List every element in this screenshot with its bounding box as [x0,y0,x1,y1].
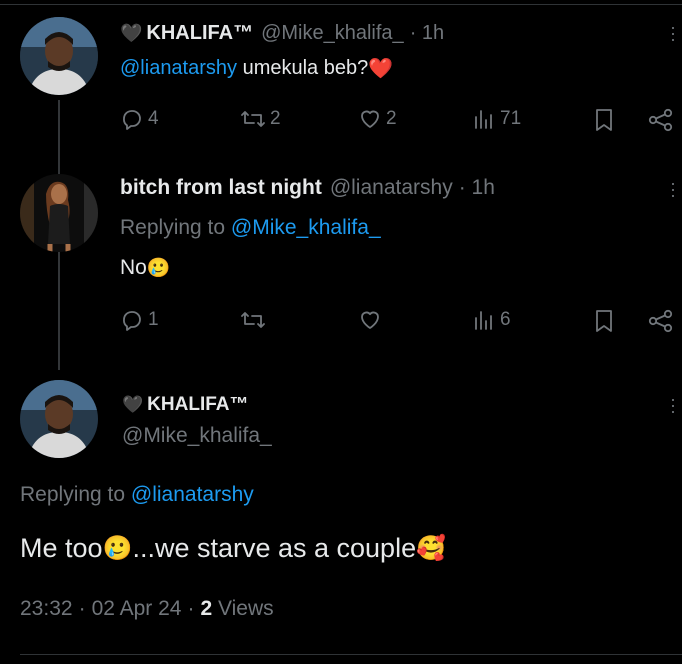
view-count: 71 [500,108,522,129]
tweet-date[interactable]: 02 Apr 24 [92,597,182,621]
tweet-text: @lianatarshy umekula beb? ❤️ [120,56,393,81]
separator-dot: · [78,597,86,620]
share-icon[interactable] [648,309,674,333]
retweet-button[interactable]: 2 [240,107,281,131]
avatar[interactable] [20,17,98,95]
more-options-icon[interactable]: · · · [669,18,677,48]
separator-dot: · [187,597,195,620]
tweet-1[interactable]: 🖤 KHALIFA™ @Mike_khalifa_ · 1h · · · @lian… [0,0,682,370]
views-button[interactable]: 71 [472,107,521,131]
heart-icon: 🖤 [120,23,143,43]
replying-to: Replying to @Mike_khalifa_ [120,216,381,240]
retweet-count: 2 [270,108,281,129]
more-options-icon[interactable]: · · · [669,174,677,204]
handle[interactable]: @lianatarshy [330,176,453,200]
more-options-icon[interactable]: · · · [669,390,677,420]
bookmark-icon[interactable] [594,309,614,333]
replying-to-link[interactable]: @Mike_khalifa_ [231,216,381,240]
avatar[interactable] [20,174,98,252]
share-icon[interactable] [648,108,674,132]
display-name[interactable]: KHALIFA™ [147,394,248,416]
heart-outline-icon [361,110,379,128]
smile-tear-emoji: 🥲 [102,535,133,562]
tweet-time[interactable]: 23:32 [20,597,73,621]
main-tweet: 🖤 KHALIFA™ @Mike_khalifa_ · · · Replying t… [0,370,682,664]
smile-tear-emoji: 🥲 [146,258,171,279]
heart-icon: 🖤 [122,395,144,414]
retweet-icon [241,312,265,328]
tweet-2[interactable]: bitch from last night @lianatarshy · 1h … [0,160,682,360]
tweet-header: bitch from last night @lianatarshy · 1h [120,176,495,200]
replying-to-label: Replying to [120,216,231,239]
analytics-icon [475,311,492,330]
tweet-text: Me too 🥲 ...we starve as a couple 🥰 [20,533,446,564]
replying-to: Replying to @lianatarshy [20,483,254,507]
reply-button[interactable]: 4 [120,107,159,131]
view-count: 6 [500,309,511,330]
tweet-meta: 23:32 · 02 Apr 24 · 2 Views [20,597,274,621]
handle[interactable]: @Mike_khalifa_ [122,424,272,448]
red-heart-emoji: ❤️ [368,58,394,80]
mention-link[interactable]: @lianatarshy [120,57,237,80]
tweet-header: 🖤 KHALIFA™ @Mike_khalifa_ · 1h [120,22,444,45]
bottom-divider [20,654,682,655]
tweet-text: No 🥲 [120,256,171,280]
handle[interactable]: @Mike_khalifa_ [261,22,404,45]
reply-icon [123,110,141,130]
author-name-row: 🖤 KHALIFA™ [122,394,249,416]
views-count[interactable]: 2 [200,597,212,621]
tweet-body-part2: ...we starve as a couple [132,533,417,563]
like-button[interactable] [358,308,386,332]
analytics-icon [475,110,492,129]
display-name[interactable]: KHALIFA™ [146,22,253,45]
retweet-button[interactable] [240,308,270,332]
retweet-icon [241,111,265,127]
reply-count: 4 [148,108,159,129]
tweet-body: No [120,256,147,279]
reply-button[interactable]: 1 [120,308,159,332]
like-button[interactable]: 2 [358,107,397,131]
timestamp[interactable]: · 1h [459,176,495,200]
replying-to-link[interactable]: @lianatarshy [131,483,254,507]
avatar[interactable] [20,380,98,458]
views-button[interactable]: 6 [472,308,511,332]
like-count: 2 [386,108,397,129]
tweet-body-part1: Me too [20,533,103,563]
timestamp[interactable]: · 1h [410,22,444,45]
smiling-hearts-emoji: 🥰 [416,535,446,562]
tweet-body: umekula beb? [237,57,369,79]
display-name[interactable]: bitch from last night [120,176,322,200]
bookmark-icon[interactable] [594,108,614,132]
replying-to-label: Replying to [20,483,131,506]
reply-count: 1 [148,309,159,330]
reply-icon [123,311,141,331]
views-label[interactable]: Views [212,597,274,621]
heart-outline-icon [361,311,379,329]
